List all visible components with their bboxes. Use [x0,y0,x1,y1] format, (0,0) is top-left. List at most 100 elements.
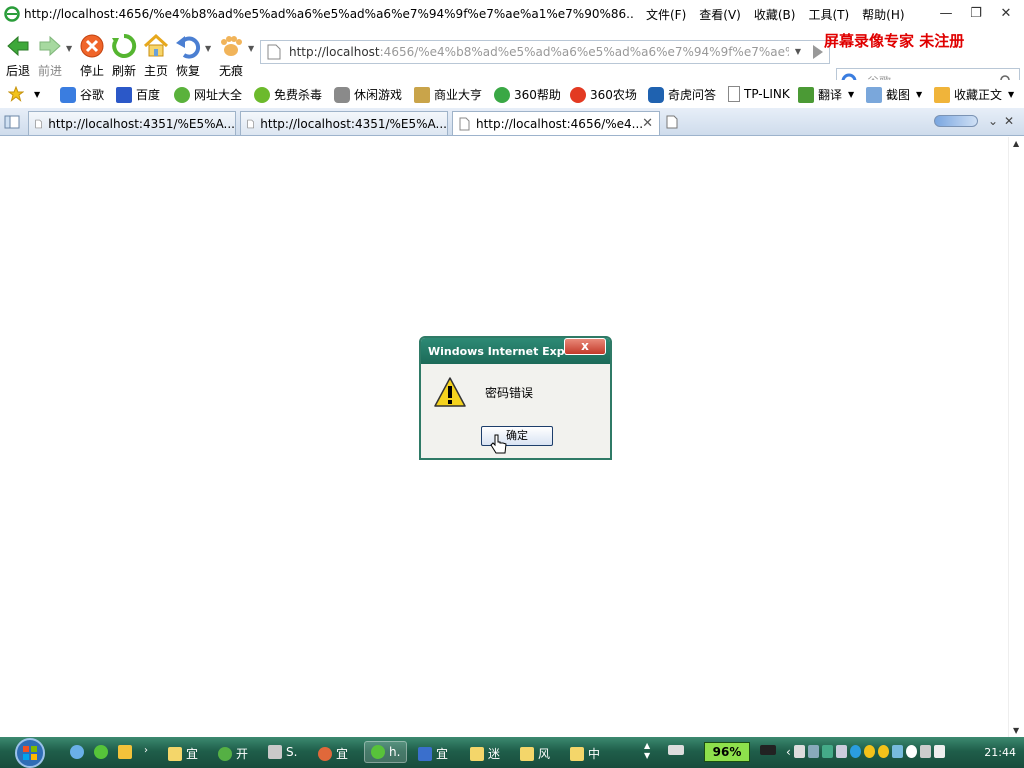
address-url[interactable]: http://localhost:4656/%e4%b8%ad%e5%ad%a6… [289,45,789,59]
new-tab-icon[interactable] [666,115,678,129]
menu-help[interactable]: 帮助(H) [862,6,904,23]
taskbar-scroll-icon[interactable]: ▲ ▼ [644,741,650,761]
mode-toggle-switch[interactable] [934,115,978,127]
360-icon [494,86,510,103]
quick-launch-more-icon[interactable]: › [144,745,148,756]
close-window-icon[interactable]: ✕ [998,5,1014,21]
tab-3-label: http://localhost:4656/%e4... [476,116,644,131]
fav-qihoo-qa[interactable]: 奇虎问答 [648,86,716,103]
stop-icon [80,34,104,58]
tray-qq2-icon[interactable] [878,745,889,758]
close-tab-icon[interactable]: ✕ [642,116,653,131]
tab-1[interactable]: http://localhost:4351/%E5%A... [28,111,236,135]
tray-app-icon[interactable] [794,745,805,758]
incognito-button[interactable]: 无痕 [215,32,247,79]
clock[interactable]: 21:44 [984,746,1016,759]
taskbar-item-folder[interactable]: 宜 [168,745,198,762]
fav-screenshot[interactable]: 截图 ▼ [866,86,922,103]
forward-button[interactable]: 前进 [34,32,66,79]
save-text-icon [934,86,950,103]
tray-monitor-icon[interactable] [808,745,819,758]
back-button[interactable]: 后退 [2,32,34,79]
fav-translate[interactable]: 翻译 ▼ [798,86,854,103]
fav-google[interactable]: 谷歌 [60,86,104,103]
tree-icon [218,746,232,761]
fav-business[interactable]: 商业大亨 [414,86,482,103]
taskbar-item-tree[interactable]: 开 [218,745,248,762]
undo-icon [176,36,201,59]
taskbar-item-word[interactable]: 宜 [418,745,448,762]
fav-360-help[interactable]: 360帮助 [494,86,561,103]
menu-view[interactable]: 查看(V) [699,6,741,23]
restore-window-icon[interactable]: ❐ [968,5,984,21]
close-all-icon[interactable]: ✕ [1004,114,1014,128]
fav-hao123[interactable]: 网址大全 [174,86,242,103]
go-arrow-icon[interactable] [813,45,823,59]
menu-favorites[interactable]: 收藏(B) [754,6,796,23]
vertical-scrollbar[interactable]: ▲ ▼ [1008,137,1024,737]
tray-expand-icon[interactable]: ‹ [786,745,791,759]
menu-file[interactable]: 文件(F) [646,6,686,23]
taskbar-item-browser-active[interactable]: h. [364,741,408,763]
keyboard-icon[interactable] [668,745,688,755]
address-bar[interactable]: http://localhost:4656/%e4%b8%ad%e5%ad%a6… [260,40,830,64]
taskbar: › 宜 开 S. 宜 h. 宜 迷 风 中 ▲ ▼ 96% ‹ 21:44 [0,737,1024,768]
tab-list-chevron-icon[interactable]: ⌄ [988,114,998,128]
fav-save-text[interactable]: 收藏正文 ▼ [934,86,1014,103]
quick-launch-switch-icon[interactable] [118,745,136,759]
address-dropdown-icon[interactable]: ▼ [795,47,801,56]
tray-shield-icon[interactable] [822,745,833,758]
fav-baidu[interactable]: 百度 [116,86,160,103]
tray-network-icon[interactable] [892,745,903,758]
quick-launch-360-icon[interactable] [94,745,112,759]
battery-percentage[interactable]: 96% [704,742,750,762]
history-dropdown-icon[interactable]: ▼ [66,44,72,53]
fav-360-farm[interactable]: 360农场 [570,86,637,103]
gamepad-icon [334,86,350,103]
start-orb-icon[interactable] [10,737,50,768]
favorites-dropdown-icon[interactable]: ▼ [34,90,40,99]
taskbar-item-wind[interactable]: 风 [520,745,550,762]
notes-icon [470,746,484,761]
menu-tools[interactable]: 工具(T) [808,6,849,23]
forward-arrow-icon [39,35,61,57]
home-label: 主页 [143,64,168,78]
power-plug-icon[interactable] [760,745,780,755]
tray-antenna-icon[interactable] [934,745,945,758]
taskbar-item-notes[interactable]: 迷 [470,745,500,762]
restore-dropdown-icon[interactable]: ▼ [205,44,211,53]
fav-games[interactable]: 休闲游戏 [334,86,402,103]
tray-update-icon[interactable] [906,745,917,758]
home-icon [143,33,169,57]
quick-launch-ie-icon[interactable] [70,745,88,759]
scroll-down-icon[interactable]: ▼ [1013,726,1019,735]
incognito-label: 无痕 [218,64,243,78]
home-button[interactable]: 主页 [140,32,172,79]
fav-antivirus[interactable]: 免费杀毒 [254,86,322,103]
tab-3-active[interactable]: http://localhost:4656/%e4... ✕ [452,111,660,135]
restore-label: 恢复 [175,64,200,78]
taskbar-item-folder-2[interactable]: 中 [570,745,600,762]
tray-qq-icon[interactable] [864,745,875,758]
incognito-dropdown-icon[interactable]: ▼ [248,44,254,53]
favorites-star-icon[interactable] [8,86,28,102]
sidebar-toggle-icon[interactable] [4,114,20,130]
tray-volume-icon[interactable] [920,745,931,758]
tray-360-icon[interactable] [850,745,861,758]
browser-icon [371,745,385,759]
translate-icon [798,86,814,103]
refresh-button[interactable]: 刷新 [108,32,140,79]
dialog-close-button[interactable]: x [564,338,606,355]
minimize-icon[interactable]: — [938,5,954,21]
taskbar-item-paint[interactable]: 宜 [318,745,348,762]
stop-button[interactable]: 停止 [76,32,108,79]
baidu-icon [116,86,132,103]
scroll-up-icon[interactable]: ▲ [1013,139,1019,148]
taskbar-item-s[interactable]: S. [268,745,297,759]
tray-lock-icon[interactable] [836,745,847,758]
fav-tp-link[interactable]: TP-LINK [728,86,790,102]
restore-button[interactable]: 恢复 [172,32,204,79]
page-icon [247,119,254,128]
page-icon [267,44,281,60]
tab-2[interactable]: http://localhost:4351/%E5%A... [240,111,448,135]
